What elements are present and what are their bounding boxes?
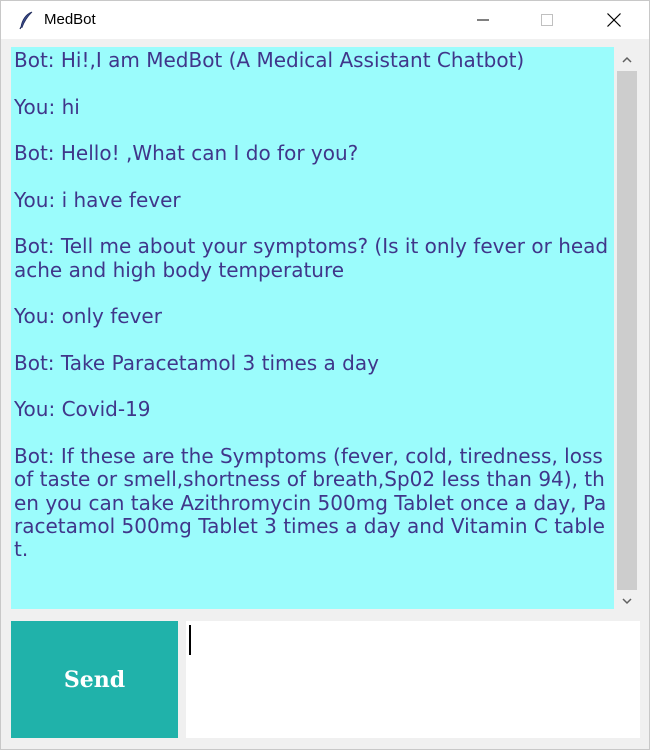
feather-icon [17,10,37,30]
maximize-icon [541,14,553,26]
window-title: MedBot [44,11,96,28]
chat-transcript: Bot: Hi!,I am MedBot (A Medical Assistan… [14,48,609,562]
title-bar: MedBot [1,1,649,39]
chevron-down-icon [622,597,632,604]
minimize-icon [477,19,489,21]
message-input[interactable] [186,621,640,738]
chevron-up-icon [622,56,632,63]
close-button[interactable] [591,1,637,39]
scroll-up-button[interactable] [615,47,639,71]
app-window: MedBot Bot: Hi!,I am MedBot (A Medical A… [0,0,650,750]
maximize-button[interactable] [524,1,570,39]
minimize-button[interactable] [460,1,506,39]
close-icon [607,13,621,27]
chat-scrollbar[interactable] [615,47,639,613]
chat-log[interactable]: Bot: Hi!,I am MedBot (A Medical Assistan… [11,47,614,609]
scrollbar-thumb[interactable] [617,71,637,590]
scroll-down-button[interactable] [615,589,639,613]
text-cursor [189,625,191,655]
send-button[interactable]: Send [11,621,178,738]
